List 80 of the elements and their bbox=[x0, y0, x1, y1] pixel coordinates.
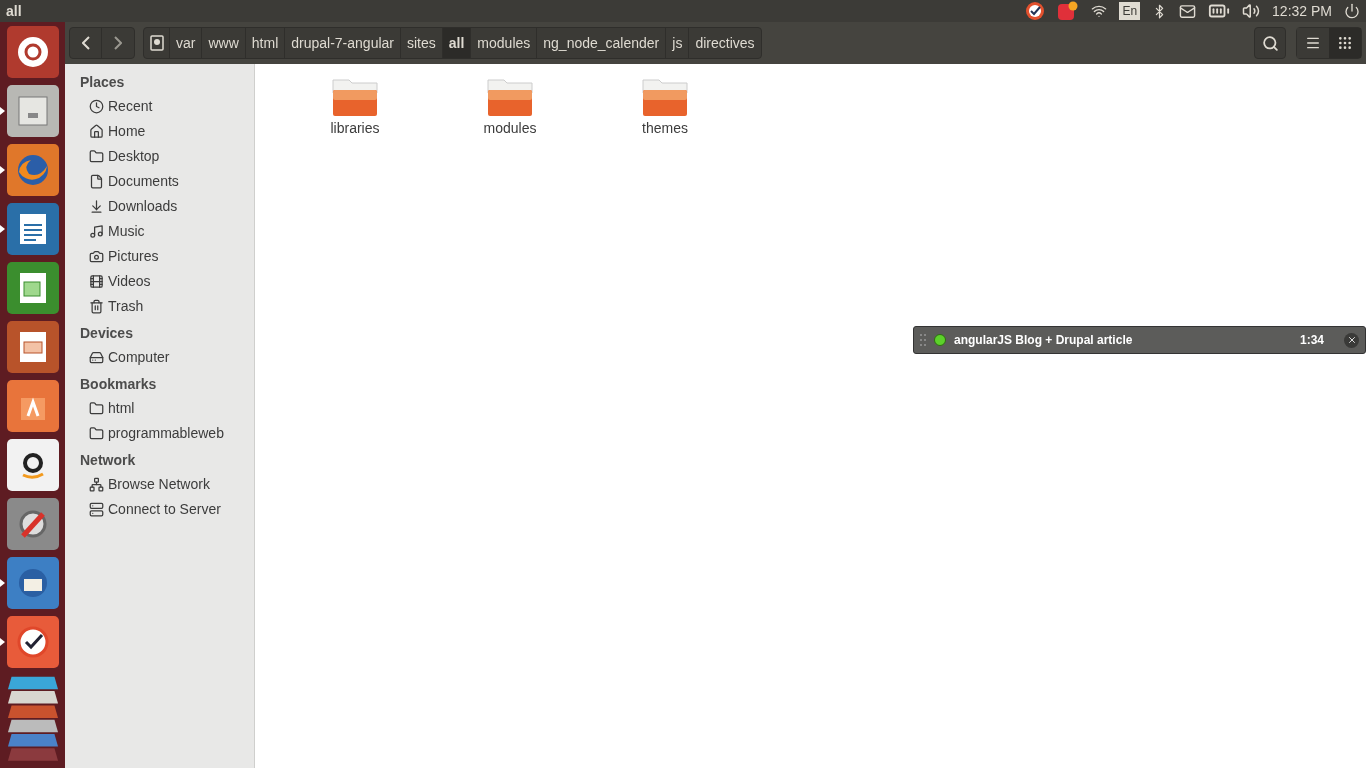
folder-icon[interactable] bbox=[641, 78, 689, 118]
smile-logo-icon[interactable] bbox=[6, 439, 59, 491]
ubuntu-logo-icon[interactable] bbox=[6, 26, 59, 78]
search-button[interactable] bbox=[1254, 27, 1286, 59]
timer-bar[interactable]: angularJS Blog + Drupal article 1:34 bbox=[913, 326, 1366, 354]
sidebar-item[interactable]: Pictures bbox=[65, 244, 254, 269]
sidebar-item[interactable]: Documents bbox=[65, 169, 254, 194]
timer-time: 1:34 bbox=[1299, 332, 1324, 349]
mail-icon[interactable] bbox=[1179, 2, 1197, 20]
sidebar-heading: Places bbox=[79, 73, 126, 92]
list-view-button[interactable] bbox=[1297, 28, 1329, 58]
timer-title: angularJS Blog + Drupal article bbox=[954, 332, 1133, 349]
path-segment[interactable]: modules bbox=[471, 28, 538, 58]
drag-handle-icon[interactable] bbox=[920, 334, 926, 346]
file-cabinet-icon[interactable] bbox=[6, 85, 59, 137]
sidebar-item[interactable]: Recent bbox=[65, 94, 254, 119]
close-button[interactable] bbox=[1344, 332, 1359, 348]
path-segment[interactable]: sites bbox=[401, 28, 443, 58]
sidebar-item[interactable]: Browse Network bbox=[65, 472, 254, 497]
volume-icon[interactable] bbox=[1242, 2, 1261, 20]
chevron-right-icon bbox=[114, 36, 122, 50]
sidebar-heading: Devices bbox=[79, 324, 134, 343]
sidebar-item[interactable]: Desktop bbox=[65, 144, 254, 169]
notification-badge-icon[interactable] bbox=[1057, 1, 1080, 21]
download-icon bbox=[89, 199, 104, 214]
grid-icon bbox=[1337, 35, 1353, 51]
clock-check-icon[interactable] bbox=[6, 616, 59, 668]
sidebar-item[interactable]: Trash bbox=[65, 294, 254, 319]
sidebar-item[interactable]: Connect to Server bbox=[65, 497, 254, 522]
search-icon bbox=[1261, 34, 1279, 52]
path-segment[interactable]: ng_node_calender bbox=[537, 28, 667, 58]
document-icon[interactable] bbox=[6, 203, 59, 255]
document-icon bbox=[89, 174, 104, 189]
drive-icon bbox=[89, 350, 104, 365]
path-segment[interactable]: directives bbox=[689, 28, 761, 58]
home-icon bbox=[89, 124, 104, 139]
spreadsheet-icon[interactable] bbox=[6, 262, 59, 314]
clock-check-icon[interactable] bbox=[1025, 1, 1046, 21]
window-title: all bbox=[6, 1, 22, 21]
clock-icon bbox=[89, 99, 104, 114]
fox-globe-icon[interactable] bbox=[6, 144, 59, 196]
folder-name[interactable]: modules bbox=[483, 118, 537, 139]
trash-icon bbox=[89, 299, 104, 314]
folder-icon[interactable] bbox=[331, 78, 379, 118]
folder-icon bbox=[89, 426, 104, 441]
sidebar-item[interactable]: Videos bbox=[65, 269, 254, 294]
presentation-icon[interactable] bbox=[6, 321, 59, 373]
keyboard-layout-indicator[interactable]: En bbox=[1119, 2, 1141, 20]
folder-name[interactable]: libraries bbox=[330, 118, 380, 139]
power-icon[interactable] bbox=[1344, 3, 1360, 19]
music-note-icon bbox=[89, 224, 104, 239]
clock-text[interactable]: 12:32 PM bbox=[1272, 0, 1332, 22]
chevron-left-icon bbox=[81, 36, 90, 50]
wifi-icon[interactable] bbox=[1091, 3, 1108, 19]
sidebar-item[interactable]: Music bbox=[65, 219, 254, 244]
sidebar-item[interactable]: Home bbox=[65, 119, 254, 144]
folder-name[interactable]: themes bbox=[642, 118, 688, 139]
list-icon bbox=[1305, 35, 1321, 51]
sidebar-heading: Bookmarks bbox=[79, 375, 158, 394]
folder-icon[interactable] bbox=[486, 78, 534, 118]
path-segment[interactable]: drupal-7-angular bbox=[285, 28, 401, 58]
folder-icon bbox=[89, 149, 104, 164]
sidebar-item[interactable]: Downloads bbox=[65, 194, 254, 219]
server-icon bbox=[89, 502, 104, 517]
sidebar-heading: Network bbox=[79, 451, 137, 470]
path-segment[interactable]: all bbox=[442, 28, 472, 58]
folder-icon bbox=[89, 401, 104, 416]
film-icon bbox=[89, 274, 104, 289]
drive-icon bbox=[149, 35, 164, 51]
sidebar-item[interactable]: Computer bbox=[65, 345, 254, 370]
grid-view-button[interactable] bbox=[1329, 28, 1361, 58]
close-icon bbox=[1346, 335, 1357, 345]
network-icon bbox=[89, 477, 104, 492]
path-segment[interactable]: www bbox=[202, 28, 246, 58]
sidebar-item[interactable]: html bbox=[65, 396, 254, 421]
sidebar-item[interactable]: programmableweb bbox=[65, 421, 254, 446]
path-segment[interactable]: html bbox=[245, 28, 286, 58]
path-segment[interactable]: var bbox=[170, 28, 203, 58]
camera-icon bbox=[89, 249, 104, 264]
path-segment[interactable]: js bbox=[666, 28, 690, 58]
